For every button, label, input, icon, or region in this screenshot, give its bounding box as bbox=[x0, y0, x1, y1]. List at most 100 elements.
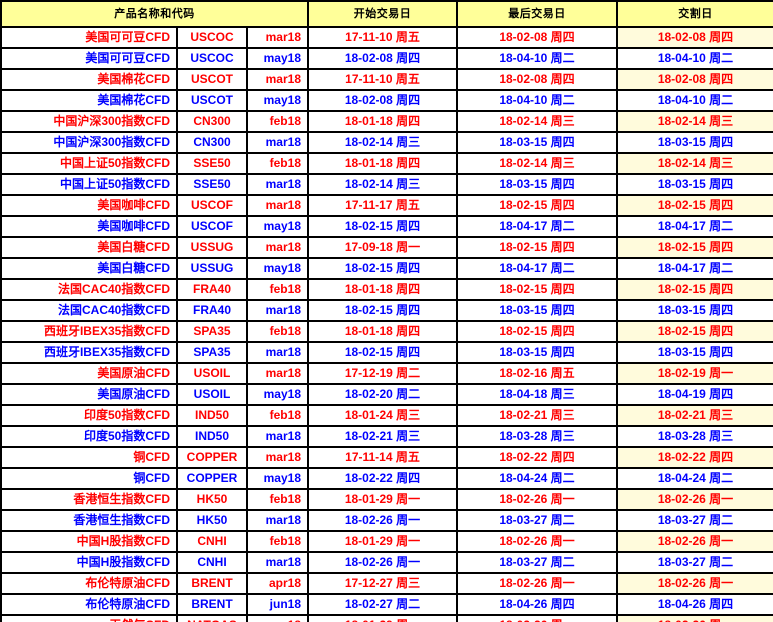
cell-contract-month: may18 bbox=[246, 47, 309, 70]
cell-start-trading-date: 18-02-15 周四 bbox=[307, 215, 458, 238]
table-row: 美国可可豆CFD USCOC mar18 17-11-10 周五 18-02-08 周四… bbox=[0, 26, 773, 49]
column-header-start-trading-date: 开始交易日 bbox=[307, 0, 458, 28]
table-body: 美国可可豆CFD USCOC mar18 17-11-10 周五 18-02-08 周四… bbox=[0, 26, 773, 622]
cell-product-code: USCOF bbox=[176, 194, 248, 217]
cell-product-code: USOIL bbox=[176, 362, 248, 385]
table-row: 美国棉花CFD USCOT mar18 17-11-10 周五 18-02-08 周四 1… bbox=[0, 68, 773, 91]
cell-contract-month: jun18 bbox=[246, 593, 309, 616]
cell-contract-month: mar18 bbox=[246, 299, 309, 322]
cell-settlement-date: 18-02-14 周三 bbox=[616, 152, 773, 175]
cell-contract-month: mar18 bbox=[246, 236, 309, 259]
table-row: 美国棉花CFD USCOT may18 18-02-08 周四 18-04-10 周二 1… bbox=[0, 89, 773, 112]
cell-settlement-date: 18-04-24 周二 bbox=[616, 467, 773, 490]
cell-last-trading-date: 18-02-14 周三 bbox=[456, 152, 618, 175]
cell-contract-month: mar18 bbox=[246, 362, 309, 385]
cell-product-name: 中国H股指数CFD bbox=[0, 530, 178, 553]
cell-product-code: SPA35 bbox=[176, 320, 248, 343]
table-row: 西班牙IBEX35指数CFD SPA35 feb18 18-01-18 周四 18-02… bbox=[0, 320, 773, 343]
cell-product-name: 美国咖啡CFD bbox=[0, 194, 178, 217]
cell-last-trading-date: 18-02-26 周一 bbox=[456, 530, 618, 553]
cell-contract-month: apr18 bbox=[246, 572, 309, 595]
cell-product-code: CNHI bbox=[176, 530, 248, 553]
cell-settlement-date: 18-04-19 周四 bbox=[616, 383, 773, 406]
cell-last-trading-date: 18-04-10 周二 bbox=[456, 89, 618, 112]
cell-settlement-date: 18-03-27 周二 bbox=[616, 551, 773, 574]
cell-last-trading-date: 18-03-15 周四 bbox=[456, 299, 618, 322]
cell-last-trading-date: 18-02-22 周四 bbox=[456, 446, 618, 469]
cell-contract-month: mar18 bbox=[246, 68, 309, 91]
cell-start-trading-date: 18-01-29 周一 bbox=[307, 488, 458, 511]
cell-last-trading-date: 18-02-08 周四 bbox=[456, 26, 618, 49]
cell-product-code: FRA40 bbox=[176, 278, 248, 301]
cell-product-name: 布伦特原油CFD bbox=[0, 593, 178, 616]
cell-settlement-date: 18-03-15 周四 bbox=[616, 299, 773, 322]
cell-last-trading-date: 18-03-15 周四 bbox=[456, 341, 618, 364]
cell-last-trading-date: 18-02-08 周四 bbox=[456, 68, 618, 91]
cell-start-trading-date: 18-01-24 周三 bbox=[307, 404, 458, 427]
cell-settlement-date: 18-04-17 周二 bbox=[616, 257, 773, 280]
cell-settlement-date: 18-02-26 周一 bbox=[616, 572, 773, 595]
cell-start-trading-date: 18-02-14 周三 bbox=[307, 173, 458, 196]
table-row: 铜CFD COPPER may18 18-02-22 周四 18-04-24 周二 18-… bbox=[0, 467, 773, 490]
cell-product-code: USSUG bbox=[176, 257, 248, 280]
column-header-last-trading-date: 最后交易日 bbox=[456, 0, 618, 28]
cell-contract-month: mar18 bbox=[246, 173, 309, 196]
cell-start-trading-date: 18-01-18 周四 bbox=[307, 320, 458, 343]
cell-product-name: 中国沪深300指数CFD bbox=[0, 110, 178, 133]
cell-product-code: FRA40 bbox=[176, 299, 248, 322]
cell-settlement-date: 18-02-22 周四 bbox=[616, 446, 773, 469]
table-header: 产品名称和代码 开始交易日 最后交易日 交割日 bbox=[0, 0, 773, 28]
cell-product-name: 香港恒生指数CFD bbox=[0, 509, 178, 532]
cell-last-trading-date: 18-03-15 周四 bbox=[456, 131, 618, 154]
cell-start-trading-date: 18-02-22 周四 bbox=[307, 467, 458, 490]
cell-contract-month: feb18 bbox=[246, 278, 309, 301]
column-header-product: 产品名称和代码 bbox=[0, 0, 309, 28]
cell-product-name: 中国上证50指数CFD bbox=[0, 173, 178, 196]
cell-start-trading-date: 18-01-18 周四 bbox=[307, 110, 458, 133]
cell-contract-month: feb18 bbox=[246, 530, 309, 553]
cell-start-trading-date: 18-02-21 周三 bbox=[307, 425, 458, 448]
table-row: 布伦特原油CFD BRENT jun18 18-02-27 周二 18-04-26 周四… bbox=[0, 593, 773, 616]
cell-start-trading-date: 18-01-18 周四 bbox=[307, 278, 458, 301]
cell-settlement-date: 18-02-08 周四 bbox=[616, 26, 773, 49]
table-row: 美国白糖CFD USSUG mar18 17-09-18 周一 18-02-15 周四 1… bbox=[0, 236, 773, 259]
cell-contract-month: may18 bbox=[246, 383, 309, 406]
cell-settlement-date: 18-03-27 周二 bbox=[616, 509, 773, 532]
table-row: 香港恒生指数CFD HK50 feb18 18-01-29 周一 18-02-26 周一… bbox=[0, 488, 773, 511]
cell-product-code: USCOT bbox=[176, 68, 248, 91]
table-row: 印度50指数CFD IND50 mar18 18-02-21 周三 18-03-28 周… bbox=[0, 425, 773, 448]
column-header-settlement-date: 交割日 bbox=[616, 0, 773, 28]
cell-settlement-date: 18-02-26 周一 bbox=[616, 488, 773, 511]
cell-contract-month: may18 bbox=[246, 89, 309, 112]
cell-settlement-date: 18-03-15 周四 bbox=[616, 341, 773, 364]
cell-product-code: CNHI bbox=[176, 551, 248, 574]
cell-product-name: 美国棉花CFD bbox=[0, 89, 178, 112]
cell-product-code: BRENT bbox=[176, 593, 248, 616]
cell-start-trading-date: 18-01-29 周一 bbox=[307, 530, 458, 553]
cell-product-name: 铜CFD bbox=[0, 446, 178, 469]
cell-contract-month: feb18 bbox=[246, 404, 309, 427]
cell-start-trading-date: 17-11-10 周五 bbox=[307, 26, 458, 49]
cell-product-name: 天然气CFD bbox=[0, 614, 178, 622]
cell-settlement-date: 18-02-15 周四 bbox=[616, 278, 773, 301]
cell-product-name: 中国H股指数CFD bbox=[0, 551, 178, 574]
cell-settlement-date: 18-04-17 周二 bbox=[616, 215, 773, 238]
cell-product-name: 西班牙IBEX35指数CFD bbox=[0, 341, 178, 364]
cell-contract-month: mar18 bbox=[246, 131, 309, 154]
table-row: 印度50指数CFD IND50 feb18 18-01-24 周三 18-02-21 周… bbox=[0, 404, 773, 427]
table-row: 西班牙IBEX35指数CFD SPA35 mar18 18-02-15 周四 18-03… bbox=[0, 341, 773, 364]
cell-product-name: 印度50指数CFD bbox=[0, 425, 178, 448]
cell-last-trading-date: 18-04-17 周二 bbox=[456, 215, 618, 238]
table-row: 中国H股指数CFD CNHI feb18 18-01-29 周一 18-02-26 周一… bbox=[0, 530, 773, 553]
cell-product-name: 印度50指数CFD bbox=[0, 404, 178, 427]
cell-contract-month: feb18 bbox=[246, 152, 309, 175]
cell-settlement-date: 18-02-26 周一 bbox=[616, 530, 773, 553]
cell-last-trading-date: 18-02-16 周五 bbox=[456, 362, 618, 385]
cell-settlement-date: 18-02-19 周一 bbox=[616, 362, 773, 385]
cell-last-trading-date: 18-02-15 周四 bbox=[456, 236, 618, 259]
cell-product-code: NATGAS bbox=[176, 614, 248, 622]
cell-contract-month: mar18 bbox=[246, 446, 309, 469]
cell-last-trading-date: 18-04-10 周二 bbox=[456, 47, 618, 70]
cell-start-trading-date: 17-11-17 周五 bbox=[307, 194, 458, 217]
cell-product-code: USCOC bbox=[176, 47, 248, 70]
